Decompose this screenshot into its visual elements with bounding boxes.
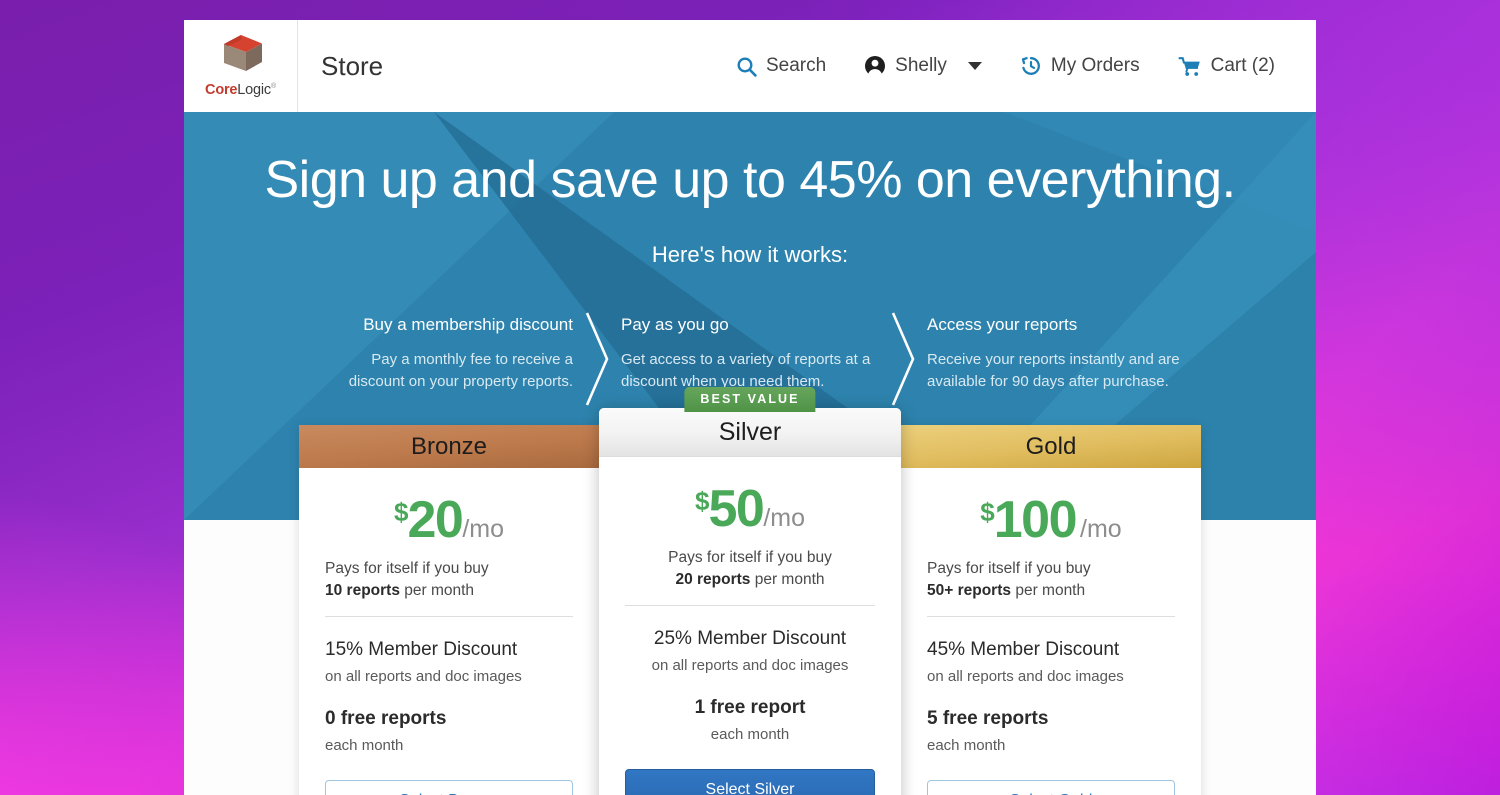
best-value-badge: BEST VALUE [684, 387, 816, 412]
bronze-period: /mo [462, 515, 504, 543]
silver-payback: Pays for itself if you buy 20 reports pe… [625, 547, 875, 606]
bronze-currency: $ [394, 497, 409, 527]
silver-free-title: 1 free report [694, 697, 806, 719]
bronze-payback-line1: Pays for itself if you buy [325, 560, 489, 577]
account-circle-icon [865, 56, 886, 77]
search-icon [737, 56, 757, 77]
browser-window: CoreLogic® Store Search Shelly My Orders… [184, 20, 1316, 795]
gold-feature-discount: 45% Member Discount on all reports and d… [927, 617, 1175, 686]
bronze-price: $20/mo [325, 468, 573, 558]
step-3-body: Receive your reports instantly and are a… [927, 351, 1180, 390]
bronze-discount-sub: on all reports and doc images [325, 667, 522, 685]
bronze-payback-tail: per month [399, 582, 475, 599]
nav-my-orders-label: My Orders [1050, 55, 1140, 76]
nav-account[interactable]: Shelly [845, 55, 1001, 77]
bronze-payback: Pays for itself if you buy 10 reports pe… [325, 558, 573, 617]
gold-payback-tail: per month [1011, 582, 1086, 599]
silver-payback-bold: 20 reports [675, 571, 751, 588]
silver-feature-discount: 25% Member Discount on all reports and d… [625, 606, 875, 675]
bronze-amount: 20 [407, 491, 463, 549]
step-pay-as-you-go: Pay as you go Get access to a variety of… [615, 315, 885, 392]
gold-free-sub: each month [927, 737, 1006, 755]
silver-price: $50/mo [625, 457, 875, 547]
step-2-body: Get access to a variety of reports at a … [621, 351, 871, 390]
silver-payback-line1: Pays for itself if you buy [668, 549, 832, 566]
select-bronze-button[interactable]: Select Bronze [325, 779, 573, 795]
silver-payback-tail: per month [750, 571, 825, 588]
corelogic-logo[interactable]: CoreLogic® [184, 20, 298, 112]
corelogic-wordmark: CoreLogic® [205, 82, 276, 98]
gold-discount-sub: on all reports and doc images [927, 667, 1124, 685]
bronze-feature-discount: 15% Member Discount on all reports and d… [325, 617, 573, 686]
chevron-right-icon [585, 312, 609, 406]
step-1-title: Buy a membership discount [363, 315, 573, 334]
gold-payback-bold: 50+ reports [927, 582, 1012, 599]
silver-currency: $ [695, 486, 710, 516]
header-nav: Search Shelly My Orders Cart (2) [717, 20, 1316, 112]
step-divider-chevron-2 [885, 309, 921, 414]
pricing-cards: Bronze $20/mo Pays for itself if you buy… [184, 380, 1316, 795]
step-access-reports: Access your reports Receive your reports… [921, 315, 1191, 392]
chevron-right-icon [891, 312, 915, 406]
gold-payback-line1: Pays for itself if you buy [927, 560, 1091, 577]
bronze-plan-name: Bronze [299, 425, 599, 468]
nav-cart-label: Cart (2) [1210, 55, 1275, 76]
bronze-discount-title: 15% Member Discount [325, 639, 518, 660]
gold-currency: $ [980, 497, 995, 527]
silver-amount: 50 [708, 480, 764, 538]
gold-discount-title: 45% Member Discount [927, 639, 1120, 660]
select-silver-button[interactable]: Select Silver [625, 768, 875, 795]
logo-registered-mark: ® [270, 83, 276, 91]
hero-headline: Sign up and save up to 45% on everything… [264, 151, 1236, 209]
site-header: CoreLogic® Store Search Shelly My Orders… [184, 20, 1316, 112]
nav-account-label: Shelly [895, 55, 947, 76]
gold-plan-name: Gold [901, 425, 1201, 468]
bronze-feature-free: 0 free reports each month [325, 686, 573, 755]
nav-search[interactable]: Search [717, 55, 845, 77]
silver-feature-free: 1 free report each month [625, 675, 875, 744]
silver-plan-name: Silver [599, 408, 901, 457]
pricing-section: Bronze $20/mo Pays for itself if you buy… [184, 387, 1316, 795]
corelogic-cube-icon [223, 35, 262, 71]
pricing-card-gold[interactable]: Gold $100/mo Pays for itself if you buy … [901, 425, 1201, 795]
logo-word-logic: Logic [237, 82, 271, 98]
gold-feature-free: 5 free reports each month [927, 686, 1175, 755]
step-3-title: Access your reports [927, 315, 1078, 334]
silver-discount-sub: on all reports and doc images [651, 656, 849, 674]
bronze-payback-bold: 10 reports [325, 582, 400, 599]
hero-subhead: Here's how it works: [651, 242, 849, 267]
bronze-free-sub: each month [325, 737, 404, 755]
pricing-card-bronze[interactable]: Bronze $20/mo Pays for itself if you buy… [299, 425, 599, 795]
gold-period: /mo [1080, 515, 1122, 543]
logo-word-core: Core [205, 82, 238, 98]
order-history-icon [1021, 57, 1040, 75]
gold-price: $100/mo [927, 468, 1175, 558]
nav-search-label: Search [765, 55, 827, 76]
silver-free-sub: each month [710, 726, 790, 744]
pricing-card-silver[interactable]: BEST VALUE Silver $50/mo Pays for itself… [599, 387, 901, 795]
gold-free-title: 5 free reports [927, 708, 1049, 730]
gold-payback: Pays for itself if you buy 50+ reports p… [927, 558, 1175, 617]
silver-period: /mo [763, 504, 805, 532]
desktop-background: CoreLogic® Store Search Shelly My Orders… [0, 0, 1500, 795]
select-gold-button[interactable]: Select Gold [927, 779, 1175, 795]
chevron-down-icon[interactable] [967, 62, 982, 70]
page-title: Store [321, 50, 384, 81]
step-2-title: Pay as you go [621, 315, 729, 334]
nav-my-orders[interactable]: My Orders [1001, 55, 1159, 77]
step-1-body: Pay a monthly fee to receive a discount … [348, 351, 573, 390]
nav-cart[interactable]: Cart (2) [1159, 55, 1294, 77]
bronze-free-title: 0 free reports [325, 708, 447, 730]
step-divider-chevron-1 [579, 309, 615, 414]
gold-amount: 100 [993, 491, 1078, 549]
shopping-cart-icon [1178, 57, 1200, 76]
step-buy-membership: Buy a membership discount Pay a monthly … [309, 315, 579, 392]
silver-discount-title: 25% Member Discount [653, 628, 847, 649]
